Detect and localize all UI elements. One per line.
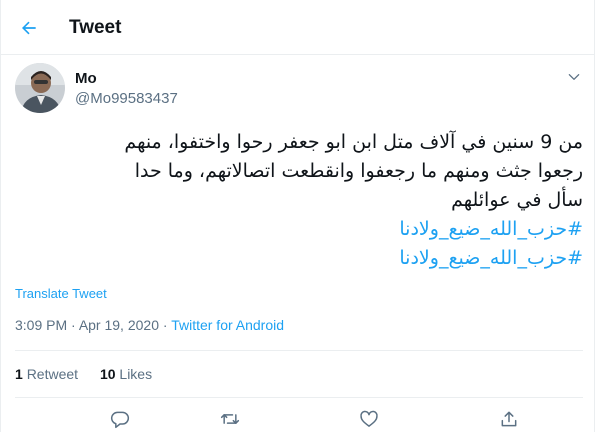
- page-title: Tweet: [69, 17, 122, 38]
- likes-stat[interactable]: 10 Likes: [100, 366, 152, 382]
- divider: [15, 397, 583, 398]
- avatar[interactable]: [15, 63, 65, 113]
- retweets-stat[interactable]: 1 Retweet: [15, 366, 78, 382]
- tweet-page: Tweet Mo @Mo99583437 من 9 سنين في آلاف م…: [0, 0, 595, 432]
- more-options-button[interactable]: [563, 66, 585, 88]
- tweet-text: من 9 سنين في آلاف متل ابن ابو جعفر رحوا …: [15, 128, 583, 273]
- likes-count: 10: [99, 366, 116, 382]
- reply-icon: [110, 411, 130, 429]
- share-icon: [501, 411, 517, 427]
- share-button[interactable]: [498, 408, 520, 430]
- retweets-label: Retweet: [26, 366, 79, 382]
- like-button[interactable]: [358, 408, 380, 430]
- heart-icon: [360, 410, 378, 427]
- chevron-down-icon: [568, 74, 580, 80]
- retweets-count: 1: [15, 366, 23, 382]
- hashtag-link[interactable]: #حزب_الله_ضيع_ولادنا: [15, 244, 583, 273]
- tweet-time[interactable]: 3:09 PM: [15, 317, 67, 333]
- arrow-left-icon: [22, 21, 36, 35]
- meta-separator: ·: [158, 317, 172, 333]
- meta-separator: ·: [67, 317, 79, 333]
- tweet-metadata: 3:09 PM · Apr 19, 2020 · Twitter for And…: [15, 317, 284, 333]
- retweet-icon: [220, 414, 240, 424]
- author-handle[interactable]: @Mo99583437: [75, 90, 178, 107]
- tweet-date[interactable]: Apr 19, 2020: [79, 317, 159, 333]
- back-button[interactable]: [13, 12, 45, 44]
- tweet-stats: 1 Retweet 10 Likes: [15, 366, 170, 382]
- hashtag-link[interactable]: #حزب_الله_ضيع_ولادنا: [15, 215, 583, 244]
- tweet-text-line: من 9 سنين في آلاف متل ابن ابو جعفر رحوا …: [124, 131, 583, 153]
- retweet-button[interactable]: [219, 408, 241, 430]
- author-name[interactable]: Mo: [75, 70, 97, 87]
- tweet-text-line: سأل في عوائلهم: [451, 189, 583, 211]
- reply-button[interactable]: [109, 408, 131, 430]
- likes-label: Likes: [119, 366, 153, 382]
- tweet-source-link[interactable]: Twitter for Android: [171, 317, 284, 333]
- user-avatar-icon: [15, 63, 65, 113]
- divider: [15, 350, 583, 351]
- tweet-text-line: رجعوا جثث ومنهم ما رجعفوا وانقطعت اتصالا…: [134, 160, 583, 182]
- page-header: Tweet: [1, 0, 595, 55]
- translate-tweet-link[interactable]: Translate Tweet: [15, 286, 107, 301]
- tweet-actions: [15, 402, 583, 432]
